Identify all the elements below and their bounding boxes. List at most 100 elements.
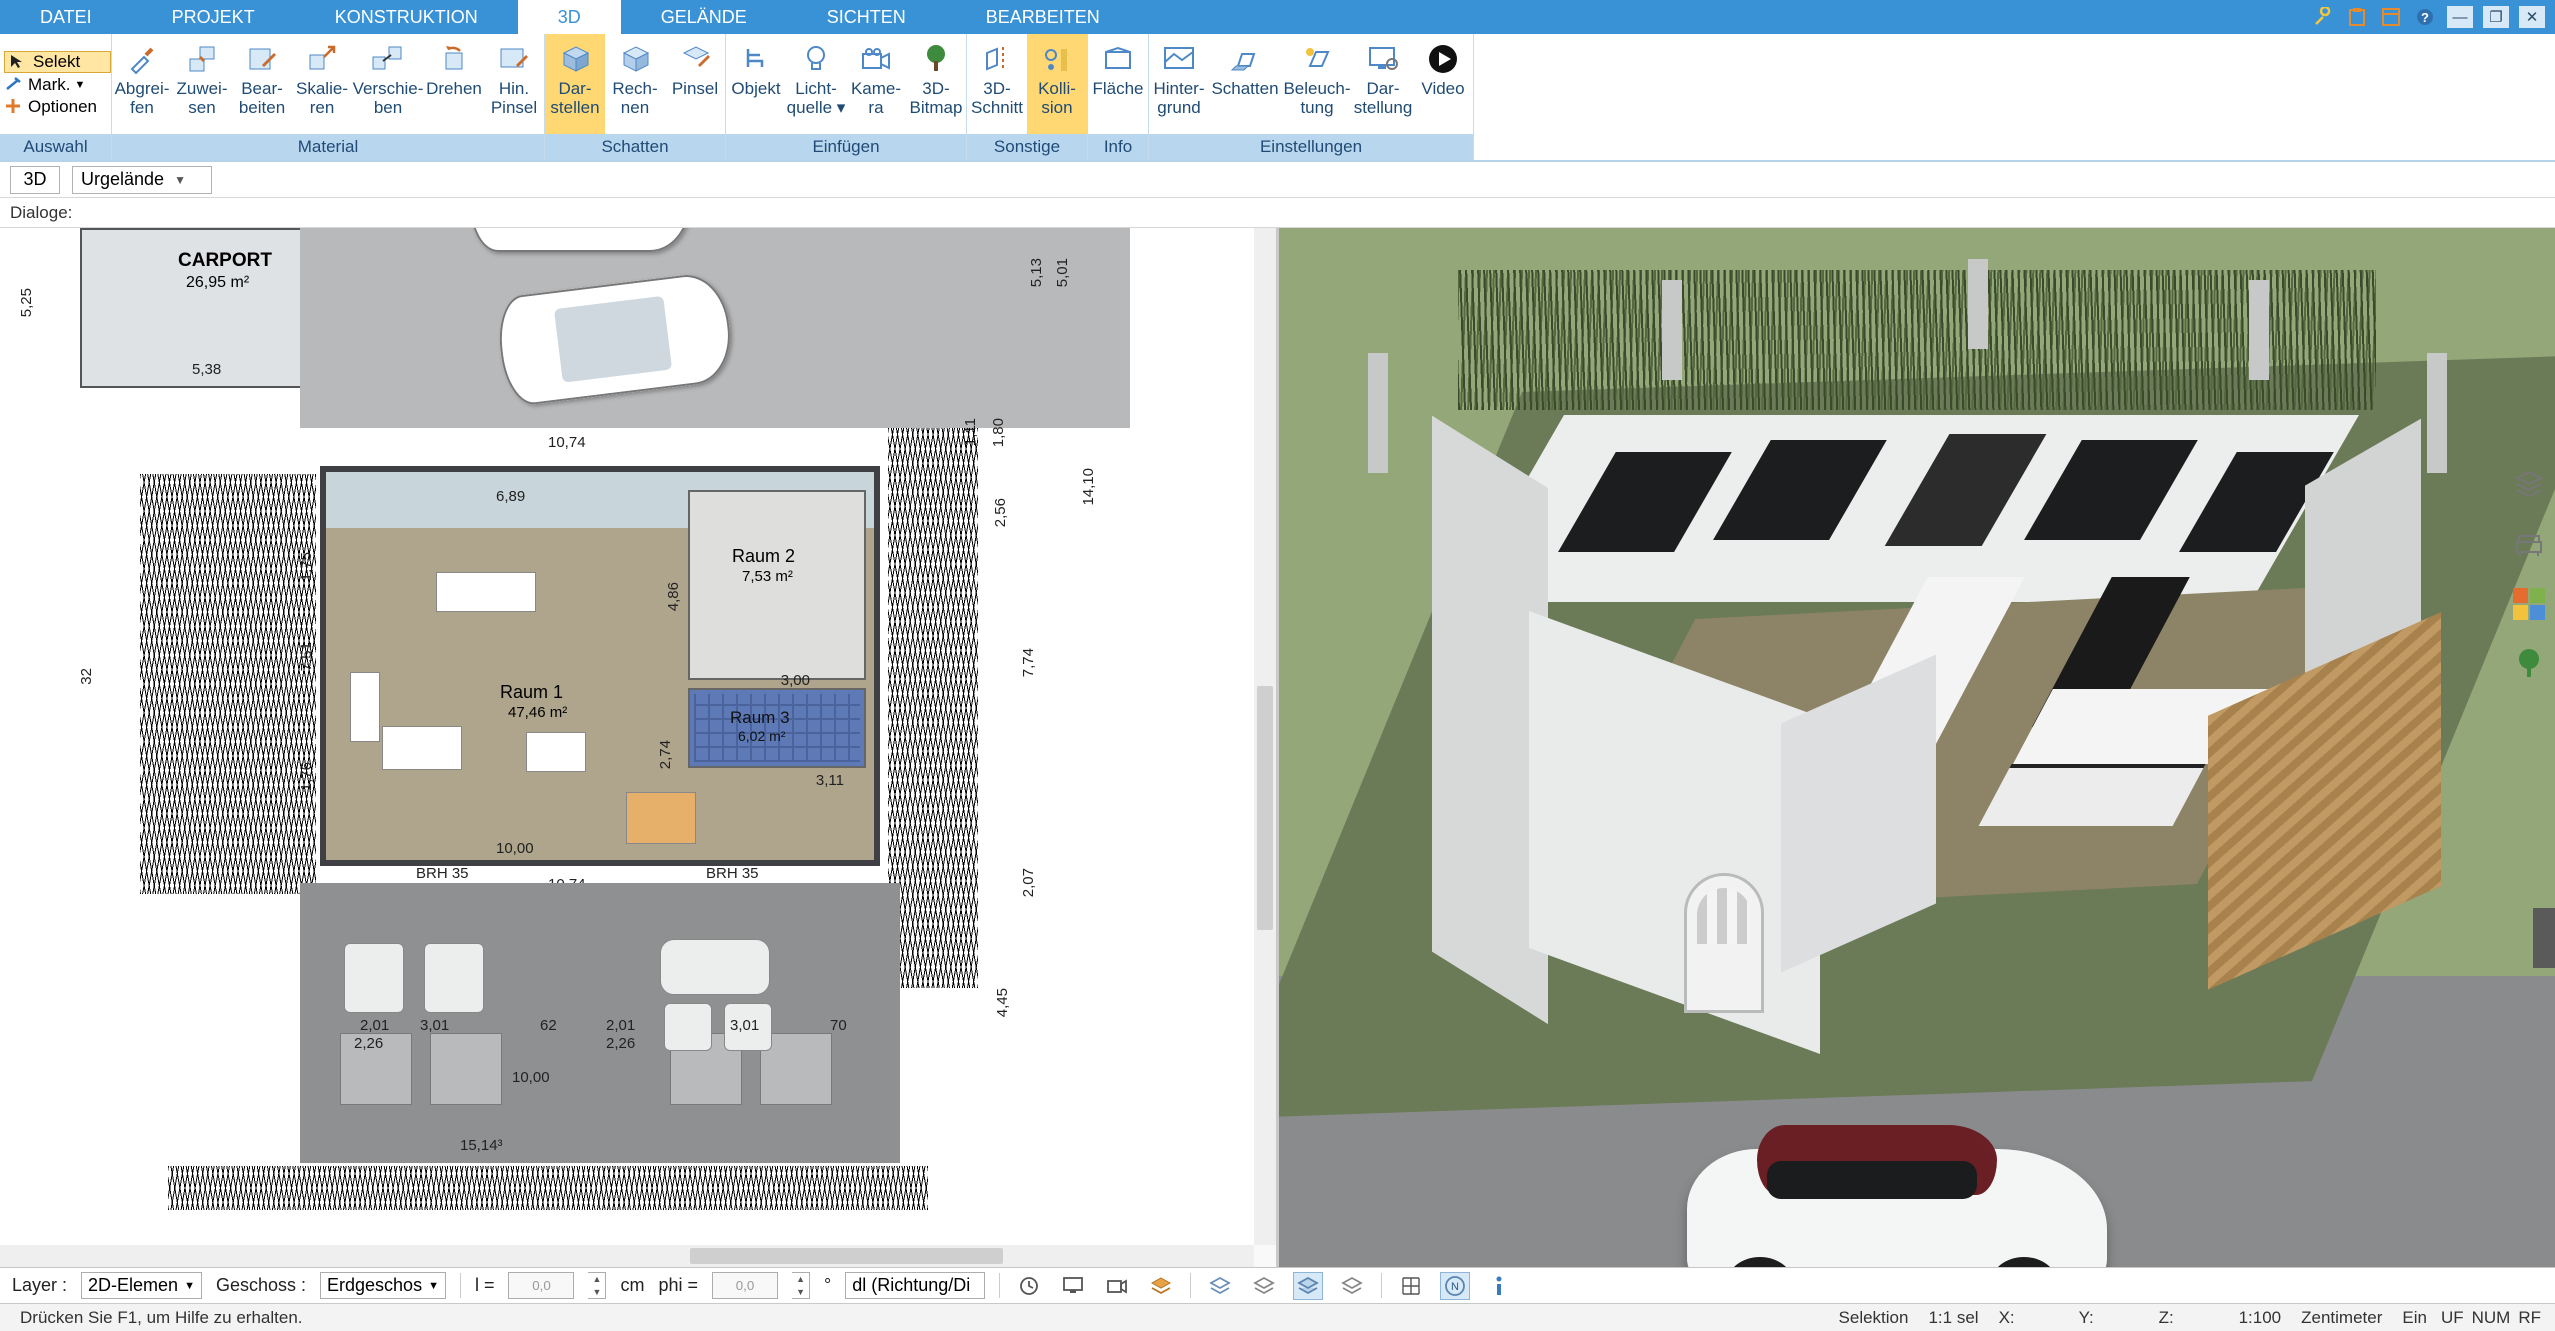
- tab-bearbeiten[interactable]: BEARBEITEN: [946, 0, 1140, 34]
- btn-schatten-settings[interactable]: Schatten: [1209, 34, 1281, 134]
- floor-select[interactable]: Erdgeschos▼: [320, 1272, 446, 1299]
- svg-text:N: N: [1451, 1281, 1459, 1293]
- maximize-button[interactable]: ❐: [2483, 6, 2509, 28]
- terrain-combo[interactable]: Urgelände▼: [72, 166, 212, 194]
- dim-1-80: 1,80: [990, 418, 1007, 447]
- option-bar: Layer : 2D-Elemen▼ Geschoss : Erdgeschos…: [0, 1267, 2555, 1303]
- tree-palette-icon[interactable]: [2511, 646, 2547, 682]
- info-icon[interactable]: [1484, 1272, 1514, 1300]
- btn-objekt[interactable]: Objekt: [726, 34, 786, 134]
- tab-3d[interactable]: 3D: [518, 0, 621, 34]
- status-mode: Selektion: [1829, 1308, 1919, 1328]
- dim-3-11: 3,11: [816, 772, 844, 789]
- group-label-auswahl: Auswahl: [0, 134, 111, 160]
- hedge-right: [888, 428, 978, 988]
- btn-verschieben[interactable]: Verschie-ben: [352, 34, 424, 134]
- table: [626, 792, 696, 844]
- shadow-settings-icon: [1225, 40, 1265, 78]
- tab-projekt[interactable]: PROJEKT: [132, 0, 295, 34]
- close-button[interactable]: ✕: [2519, 6, 2545, 28]
- carport-area: 26,95 m²: [186, 274, 249, 292]
- status-unit: Zentimeter: [2291, 1308, 2392, 1328]
- scrollbar-horizontal-2d[interactable]: [0, 1245, 1254, 1267]
- btn-kamera[interactable]: Kame-ra: [846, 34, 906, 134]
- tab-datei[interactable]: DATEI: [0, 0, 132, 34]
- furniture-icon[interactable]: [2511, 526, 2547, 562]
- mode-combo[interactable]: 3D: [10, 166, 60, 194]
- btn-3d-bitmap[interactable]: 3D-Bitmap: [906, 34, 966, 134]
- minimize-button[interactable]: —: [2447, 6, 2473, 28]
- color-grid-icon[interactable]: [2511, 586, 2547, 622]
- btn-drehen[interactable]: Drehen: [424, 34, 484, 134]
- room3-name: Raum 3: [730, 708, 790, 728]
- hedge-left: [140, 474, 316, 894]
- room2-area: 7,53 m²: [742, 568, 793, 585]
- ribbon-group-auswahl: Selekt Mark.▼ Optionen Auswahl: [0, 34, 112, 160]
- status-help: Drücken Sie F1, um Hilfe zu erhalten.: [10, 1308, 313, 1328]
- scrollbar-vertical-2d[interactable]: [1254, 228, 1276, 1245]
- select-button[interactable]: Selekt: [4, 51, 111, 73]
- l-spinner[interactable]: ▲▼: [588, 1272, 606, 1299]
- camera2-icon[interactable]: [1102, 1272, 1132, 1300]
- phi-input[interactable]: [712, 1272, 778, 1299]
- layerstack4-icon[interactable]: [1337, 1272, 1367, 1300]
- layerstack1-icon[interactable]: [1205, 1272, 1235, 1300]
- btn-zuweisen[interactable]: Zuwei-sen: [172, 34, 232, 134]
- layers2-icon[interactable]: [1146, 1272, 1176, 1300]
- layerstack2-icon[interactable]: [1249, 1272, 1279, 1300]
- north-icon[interactable]: N: [1440, 1272, 1470, 1300]
- btn-beleuchtung[interactable]: Beleuch-tung: [1281, 34, 1353, 134]
- clipboard-icon[interactable]: [2345, 5, 2369, 29]
- background-brush-icon: [494, 40, 534, 78]
- phi-spinner[interactable]: ▲▼: [792, 1272, 810, 1299]
- dim-1-76: 1,76: [298, 762, 315, 791]
- btn-kollision[interactable]: Kolli-sion: [1027, 34, 1087, 134]
- clock-icon[interactable]: [1014, 1272, 1044, 1300]
- btn-darstellen[interactable]: Dar-stellen: [545, 34, 605, 134]
- btn-pinsel[interactable]: Pinsel: [665, 34, 725, 134]
- group-label-einfuegen: Einfügen: [726, 134, 966, 160]
- btn-lichtquelle[interactable]: Licht-quelle ▾: [786, 34, 846, 134]
- btn-darstellung[interactable]: Dar-stellung: [1353, 34, 1413, 134]
- help-icon[interactable]: ?: [2413, 5, 2437, 29]
- tab-sichten[interactable]: SICHTEN: [787, 0, 946, 34]
- area-icon: [1098, 40, 1138, 78]
- layerstack3-icon[interactable]: [1293, 1272, 1323, 1300]
- tools-icon[interactable]: [2311, 5, 2335, 29]
- box-shadow-icon: [555, 40, 595, 78]
- layers-icon[interactable]: [2511, 466, 2547, 502]
- btn-abgreifen[interactable]: Abgrei-fen: [112, 34, 172, 134]
- display-icon: [1363, 40, 1403, 78]
- status-sel: 1:1 sel: [1918, 1308, 1988, 1328]
- btn-3d-schnitt[interactable]: 3D-Schnitt: [967, 34, 1027, 134]
- 3d-building: [1432, 415, 2402, 1038]
- btn-bearbeiten[interactable]: Bear-beiten: [232, 34, 292, 134]
- status-bar: Drücken Sie F1, um Hilfe zu erhalten. Se…: [0, 1303, 2555, 1331]
- btn-hintergrund[interactable]: Hinter-grund: [1149, 34, 1209, 134]
- mark-button[interactable]: Mark.▼: [4, 75, 111, 95]
- options-button[interactable]: Optionen: [4, 97, 111, 117]
- tree-icon: [916, 40, 956, 78]
- btn-video[interactable]: Video: [1413, 34, 1473, 134]
- grid-icon[interactable]: [1396, 1272, 1426, 1300]
- btn-skalieren[interactable]: Skalie-ren: [292, 34, 352, 134]
- btn-rechnen[interactable]: Rech-nen: [605, 34, 665, 134]
- window-icon[interactable]: [2379, 5, 2403, 29]
- room2-name: Raum 2: [732, 546, 795, 567]
- layer-select[interactable]: 2D-Elemen▼: [81, 1272, 202, 1299]
- camera-icon: [856, 40, 896, 78]
- section-icon: [977, 40, 1017, 78]
- tab-konstruktion[interactable]: KONSTRUKTION: [295, 0, 518, 34]
- btn-flaeche[interactable]: Fläche: [1088, 34, 1148, 134]
- btn-hin-pinsel[interactable]: Hin.Pinsel: [484, 34, 544, 134]
- tab-gelaende[interactable]: GELÄNDE: [621, 0, 787, 34]
- kitchen-island: [436, 572, 536, 612]
- side-handle[interactable]: [2533, 908, 2555, 968]
- 3d-view[interactable]: [1279, 228, 2555, 1267]
- monitor-icon[interactable]: [1058, 1272, 1088, 1300]
- 2d-view[interactable]: 5,25 32 CARPORT 26,95 m² 5,38 10,74 5,13…: [0, 228, 1279, 1267]
- phi-unit: °: [824, 1275, 831, 1296]
- l-input[interactable]: [508, 1272, 574, 1299]
- snap-select[interactable]: dl (Richtung/Di: [845, 1272, 985, 1299]
- l-label: l =: [475, 1275, 495, 1296]
